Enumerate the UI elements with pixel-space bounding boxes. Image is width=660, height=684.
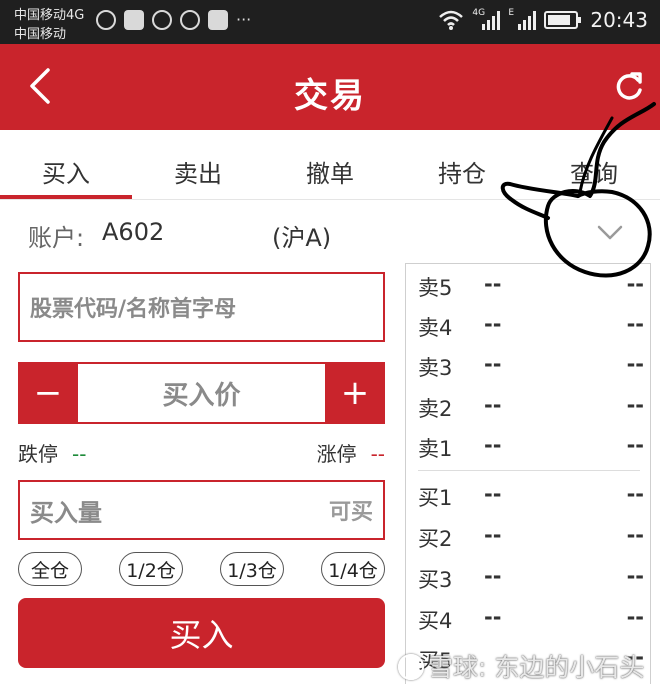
carrier-label-primary: 中国移动4G xyxy=(14,8,85,23)
order-book-price: -- xyxy=(484,523,502,547)
limit-up: 涨停 -- xyxy=(317,438,385,467)
order-book-row: 卖3 -- -- xyxy=(418,352,644,382)
signal-icon-e: E xyxy=(508,8,537,30)
order-book-label: 买4 xyxy=(418,609,453,633)
wifi-icon xyxy=(439,10,464,30)
battery-icon xyxy=(544,11,582,29)
link-icon xyxy=(152,10,172,30)
order-book-qty: -- xyxy=(626,564,644,588)
order-book-label: 卖1 xyxy=(418,437,453,461)
order-book-row: 卖2 -- -- xyxy=(418,393,644,423)
order-book-row: 买1 -- -- xyxy=(418,482,644,512)
position-buttons: 全仓 1/2仓 1/3仓 1/4仓 xyxy=(18,552,385,588)
position-half-button[interactable]: 1/2仓 xyxy=(119,552,183,586)
order-book-qty: -- xyxy=(626,272,644,296)
stock-code-input[interactable]: 股票代码/名称首字母 xyxy=(18,272,385,342)
account-market: (沪A) xyxy=(272,224,332,252)
order-book-price: -- xyxy=(484,352,502,376)
order-book-label: 买3 xyxy=(418,568,453,592)
limit-up-value: -- xyxy=(370,442,385,466)
order-book-row: 卖4 -- -- xyxy=(418,312,644,342)
order-book-row: 卖1 -- -- xyxy=(418,433,644,463)
clock: 20:43 xyxy=(590,8,648,32)
tab-query[interactable]: 查询 xyxy=(528,130,660,199)
order-book-qty: -- xyxy=(626,433,644,457)
buy-price-input[interactable]: 买入价 xyxy=(78,362,325,424)
page-title: 交易 xyxy=(294,76,366,116)
app-notification-icon xyxy=(124,10,144,30)
watermark: 雪球: 东边的小石头 xyxy=(398,648,644,684)
buy-price-placeholder: 买入价 xyxy=(162,380,241,411)
chevron-down-icon[interactable] xyxy=(596,222,624,242)
signal-icon-4g: 4G xyxy=(472,8,501,30)
tab-cancel-order[interactable]: 撤单 xyxy=(264,130,396,199)
headset-icon xyxy=(96,10,116,30)
limit-down-label: 跌停 xyxy=(18,442,58,466)
order-book-qty: -- xyxy=(626,482,644,506)
app-header: 交易 xyxy=(0,44,660,130)
more-notifications-icon: ··· xyxy=(236,10,252,29)
order-book-row: 买3 -- -- xyxy=(418,564,644,594)
order-book-divider xyxy=(418,470,640,471)
position-full-button[interactable]: 全仓 xyxy=(18,552,82,586)
limit-down: 跌停 -- xyxy=(18,438,86,467)
order-book-price: -- xyxy=(484,564,502,588)
refresh-icon[interactable] xyxy=(612,70,646,104)
price-limits: 跌停 -- 涨停 -- xyxy=(18,438,385,468)
account-selector[interactable]: 账户: A602 (沪A) xyxy=(0,200,660,262)
order-book-qty: -- xyxy=(626,352,644,376)
available-quantity: 可买 xyxy=(328,500,373,525)
account-label: 账户: xyxy=(28,224,85,252)
buy-quantity-input[interactable]: 买入量 可买 xyxy=(18,480,385,540)
buy-quantity-placeholder: 买入量 xyxy=(30,498,102,527)
tab-sell[interactable]: 卖出 xyxy=(132,130,264,199)
order-book-price: -- xyxy=(484,433,502,457)
order-book-qty: -- xyxy=(626,393,644,417)
order-book-row: 卖5 -- -- xyxy=(418,272,644,302)
order-book-label: 卖5 xyxy=(418,276,453,300)
position-quarter-button[interactable]: 1/4仓 xyxy=(321,552,385,586)
cat-app-icon xyxy=(208,10,228,30)
order-book-qty: -- xyxy=(626,523,644,547)
stock-code-placeholder: 股票代码/名称首字母 xyxy=(30,297,237,322)
order-book-row: 买2 -- -- xyxy=(418,523,644,553)
order-book-label: 卖2 xyxy=(418,397,453,421)
limit-down-value: -- xyxy=(72,442,87,466)
carrier-label-secondary: 中国移动 xyxy=(14,27,67,42)
tab-buy[interactable]: 买入 xyxy=(0,130,132,199)
price-increase-button[interactable]: + xyxy=(325,362,385,424)
order-book-qty: -- xyxy=(626,605,644,629)
watermark-text: 雪球: 东边的小石头 xyxy=(428,653,645,682)
order-book-label: 卖3 xyxy=(418,356,453,380)
status-bar: 中国移动4G 中国移动 ··· 4G E 20:43 xyxy=(0,0,660,44)
order-book-label: 买1 xyxy=(418,486,453,510)
order-book-price: -- xyxy=(484,482,502,506)
order-book-label: 卖4 xyxy=(418,316,453,340)
buy-button[interactable]: 买入 xyxy=(18,598,385,668)
order-book-row: 买4 -- -- xyxy=(418,605,644,635)
account-value: A602 xyxy=(102,218,165,246)
trade-tabs: 买入 卖出 撤单 持仓 查询 xyxy=(0,130,660,200)
snowball-logo-icon xyxy=(398,654,424,680)
order-book-label: 买2 xyxy=(418,527,453,551)
order-book-price: -- xyxy=(484,393,502,417)
order-book: 卖5 -- -- 卖4 -- -- 卖3 -- -- 卖2 -- -- 卖1 -… xyxy=(405,263,651,684)
price-stepper: − 买入价 + xyxy=(18,362,385,424)
price-decrease-button[interactable]: − xyxy=(18,362,78,424)
order-book-price: -- xyxy=(484,312,502,336)
tab-holdings[interactable]: 持仓 xyxy=(396,130,528,199)
position-third-button[interactable]: 1/3仓 xyxy=(220,552,284,586)
order-book-price: -- xyxy=(484,272,502,296)
order-book-price: -- xyxy=(484,605,502,629)
limit-up-label: 涨停 xyxy=(316,442,357,466)
notification-icons: ··· xyxy=(96,10,251,30)
wechat-icon xyxy=(180,10,200,30)
order-book-qty: -- xyxy=(626,312,644,336)
